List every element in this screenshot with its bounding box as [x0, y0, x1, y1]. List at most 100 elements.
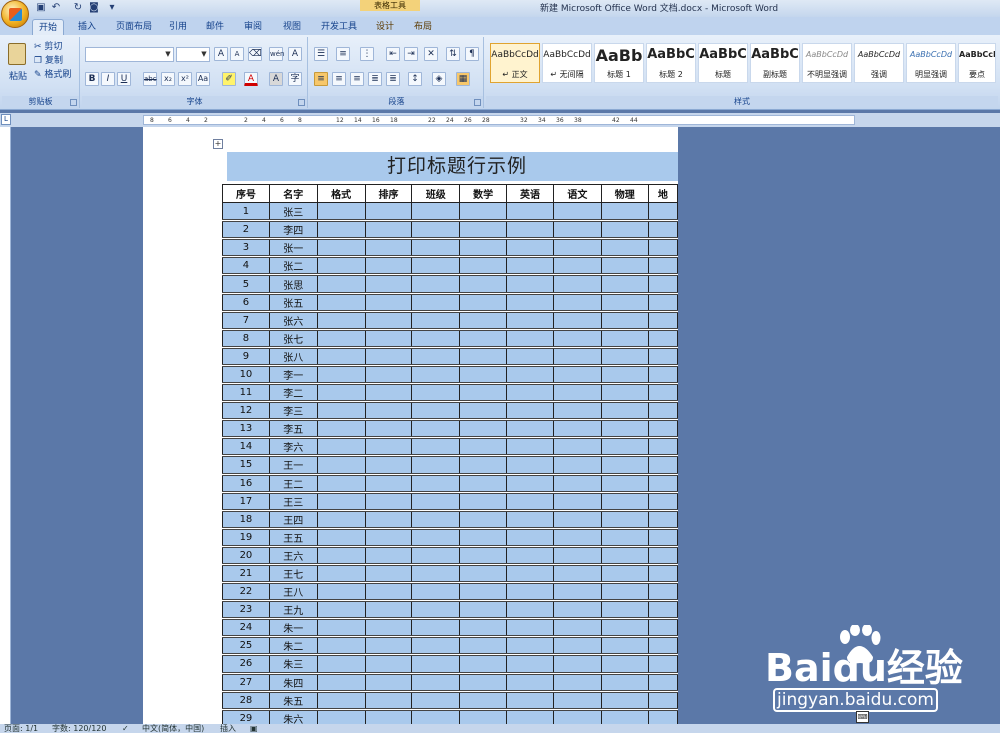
table-cell[interactable]: 6	[222, 292, 270, 313]
align-right-button[interactable]: ≡	[350, 72, 364, 86]
table-cell[interactable]	[600, 600, 649, 621]
table-cell[interactable]	[600, 654, 649, 675]
table-cell[interactable]	[459, 364, 508, 386]
table-cell[interactable]	[316, 346, 366, 367]
cut-button[interactable]: ✂ 剪切	[34, 40, 62, 55]
table-cell[interactable]	[600, 401, 649, 422]
table-cell[interactable]	[364, 238, 413, 259]
table-cell[interactable]: 17	[222, 491, 270, 512]
table-cell[interactable]	[411, 527, 461, 548]
table-header-cell[interactable]: 名字	[268, 183, 318, 204]
spell-check-icon[interactable]: ✓	[122, 724, 129, 733]
table-cell[interactable]	[459, 636, 508, 657]
clipboard-launcher-icon[interactable]	[70, 99, 77, 106]
table-cell[interactable]	[506, 437, 554, 458]
table-cell[interactable]	[459, 346, 508, 367]
customize-qat-icon[interactable]: ▾	[106, 2, 118, 14]
table-cell[interactable]	[411, 292, 461, 313]
table-cell[interactable]: 王九	[268, 600, 318, 621]
table-cell[interactable]	[647, 346, 678, 367]
table-header-cell[interactable]: 语文	[552, 183, 602, 204]
enclose-char-button[interactable]: 字	[288, 72, 302, 86]
table-cell[interactable]	[600, 364, 649, 386]
style-title[interactable]: AaBbC 标题	[698, 43, 748, 83]
table-cell[interactable]	[411, 563, 461, 585]
table-cell[interactable]	[459, 618, 508, 639]
bold-button[interactable]: B	[85, 72, 99, 86]
show-marks-button[interactable]: ¶	[465, 47, 479, 61]
table-cell[interactable]	[506, 256, 554, 277]
table-cell[interactable]: 张七	[268, 328, 318, 349]
table-cell[interactable]	[647, 563, 678, 585]
table-cell[interactable]: 朱六	[268, 708, 318, 724]
table-cell[interactable]	[506, 346, 554, 367]
table-cell[interactable]	[411, 636, 461, 657]
table-cell[interactable]	[552, 364, 602, 386]
table-cell[interactable]	[364, 636, 413, 657]
table-cell[interactable]	[600, 690, 649, 711]
chinese-layout-button[interactable]: ✕	[424, 47, 438, 61]
table-cell[interactable]	[552, 708, 602, 724]
decrease-indent-button[interactable]: ⇤	[386, 47, 400, 61]
table-cell[interactable]	[506, 383, 554, 404]
table-cell[interactable]: 王七	[268, 563, 318, 585]
table-cell[interactable]	[364, 708, 413, 724]
table-cell[interactable]	[459, 455, 508, 476]
table-cell[interactable]	[459, 419, 508, 440]
table-cell[interactable]	[364, 310, 413, 331]
underline-button[interactable]: U	[117, 72, 131, 86]
shading-button[interactable]: ◈	[432, 72, 446, 86]
undo-icon[interactable]: ↶	[50, 2, 62, 14]
table-cell[interactable]	[459, 238, 508, 259]
table-cell[interactable]	[459, 527, 508, 548]
ime-indicator-icon[interactable]: ⌨	[856, 711, 869, 723]
table-cell[interactable]	[316, 202, 366, 223]
table-cell[interactable]	[316, 419, 366, 440]
table-cell[interactable]	[506, 310, 554, 331]
table-cell[interactable]	[364, 437, 413, 458]
table-cell[interactable]	[316, 509, 366, 530]
table-cell[interactable]	[316, 563, 366, 585]
table-cell[interactable]	[647, 256, 678, 277]
table-cell[interactable]	[411, 455, 461, 476]
table-cell[interactable]	[600, 455, 649, 476]
table-cell[interactable]: 朱一	[268, 618, 318, 639]
table-cell[interactable]: 18	[222, 509, 270, 530]
font-name-combo[interactable]: ▼	[85, 47, 174, 62]
table-header-cell[interactable]: 格式	[316, 183, 366, 204]
table-cell[interactable]	[364, 509, 413, 530]
table-cell[interactable]	[411, 473, 461, 494]
table-cell[interactable]	[364, 455, 413, 476]
style-subtle-emphasis[interactable]: AaBbCcDd 不明显强调	[802, 43, 852, 83]
table-cell[interactable]	[364, 220, 413, 241]
align-center-button[interactable]: ≡	[332, 72, 346, 86]
table-cell[interactable]	[552, 419, 602, 440]
table-cell[interactable]	[506, 328, 554, 349]
document-page[interactable]: + 打印标题行示例 序号 名字 格式 排序 班级 数学 英语 语文 物理地 1 张三 2 李四 3 张一 4…	[143, 127, 678, 724]
table-cell[interactable]	[600, 346, 649, 367]
table-cell[interactable]: 21	[222, 563, 270, 585]
table-cell[interactable]	[506, 473, 554, 494]
font-launcher-icon[interactable]	[298, 99, 305, 106]
table-cell[interactable]	[552, 600, 602, 621]
table-cell[interactable]	[459, 383, 508, 404]
table-cell[interactable]: 张二	[268, 256, 318, 277]
vertical-ruler[interactable]	[0, 127, 11, 724]
table-cell[interactable]	[411, 274, 461, 295]
table-cell[interactable]	[506, 455, 554, 476]
table-cell[interactable]	[459, 708, 508, 724]
char-shading-button[interactable]: A	[269, 72, 283, 86]
table-cell[interactable]	[316, 437, 366, 458]
table-cell[interactable]	[364, 292, 413, 313]
table-cell[interactable]	[411, 582, 461, 603]
table-cell[interactable]	[411, 690, 461, 711]
table-cell[interactable]	[600, 491, 649, 512]
table-cell[interactable]	[647, 582, 678, 603]
increase-indent-button[interactable]: ⇥	[404, 47, 418, 61]
table-cell[interactable]	[600, 545, 649, 566]
table-cell[interactable]	[552, 220, 602, 241]
table-cell[interactable]	[506, 672, 554, 693]
table-cell[interactable]	[506, 220, 554, 241]
table-cell[interactable]: 李三	[268, 401, 318, 422]
table-cell[interactable]	[411, 310, 461, 331]
